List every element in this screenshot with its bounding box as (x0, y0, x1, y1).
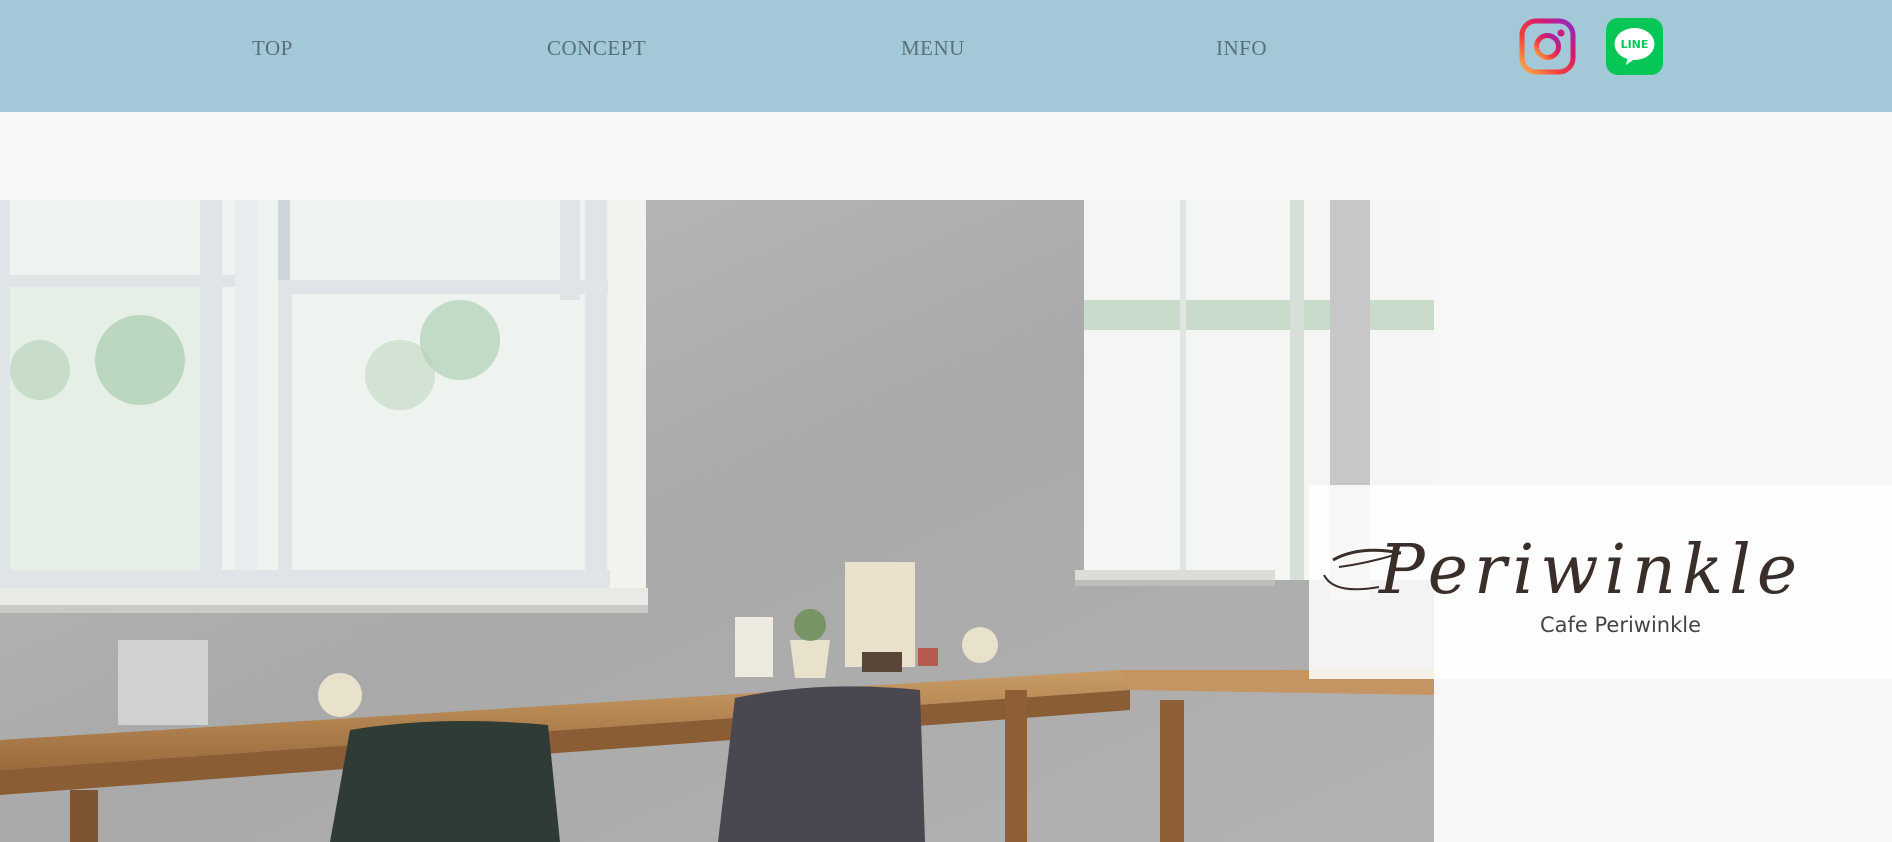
instagram-icon[interactable] (1519, 18, 1576, 75)
logo-subtitle: Cafe Periwinkle (1539, 613, 1702, 637)
nav-menu[interactable]: MENU (901, 36, 965, 61)
logo-card: Periwinkle Cafe Periwinkle (1309, 485, 1892, 679)
nav-info[interactable]: INFO (1216, 36, 1267, 61)
nav-top[interactable]: TOP (252, 36, 293, 61)
line-icon[interactable]: LINE (1606, 18, 1663, 75)
line-icon-label: LINE (1621, 38, 1649, 51)
nav-concept[interactable]: CONCEPT (547, 36, 646, 61)
hero-image (0, 200, 1434, 842)
site-header: TOP CONCEPT MENU INFO LINE (0, 0, 1892, 112)
logo-script-text: Periwinkle (1377, 531, 1803, 610)
